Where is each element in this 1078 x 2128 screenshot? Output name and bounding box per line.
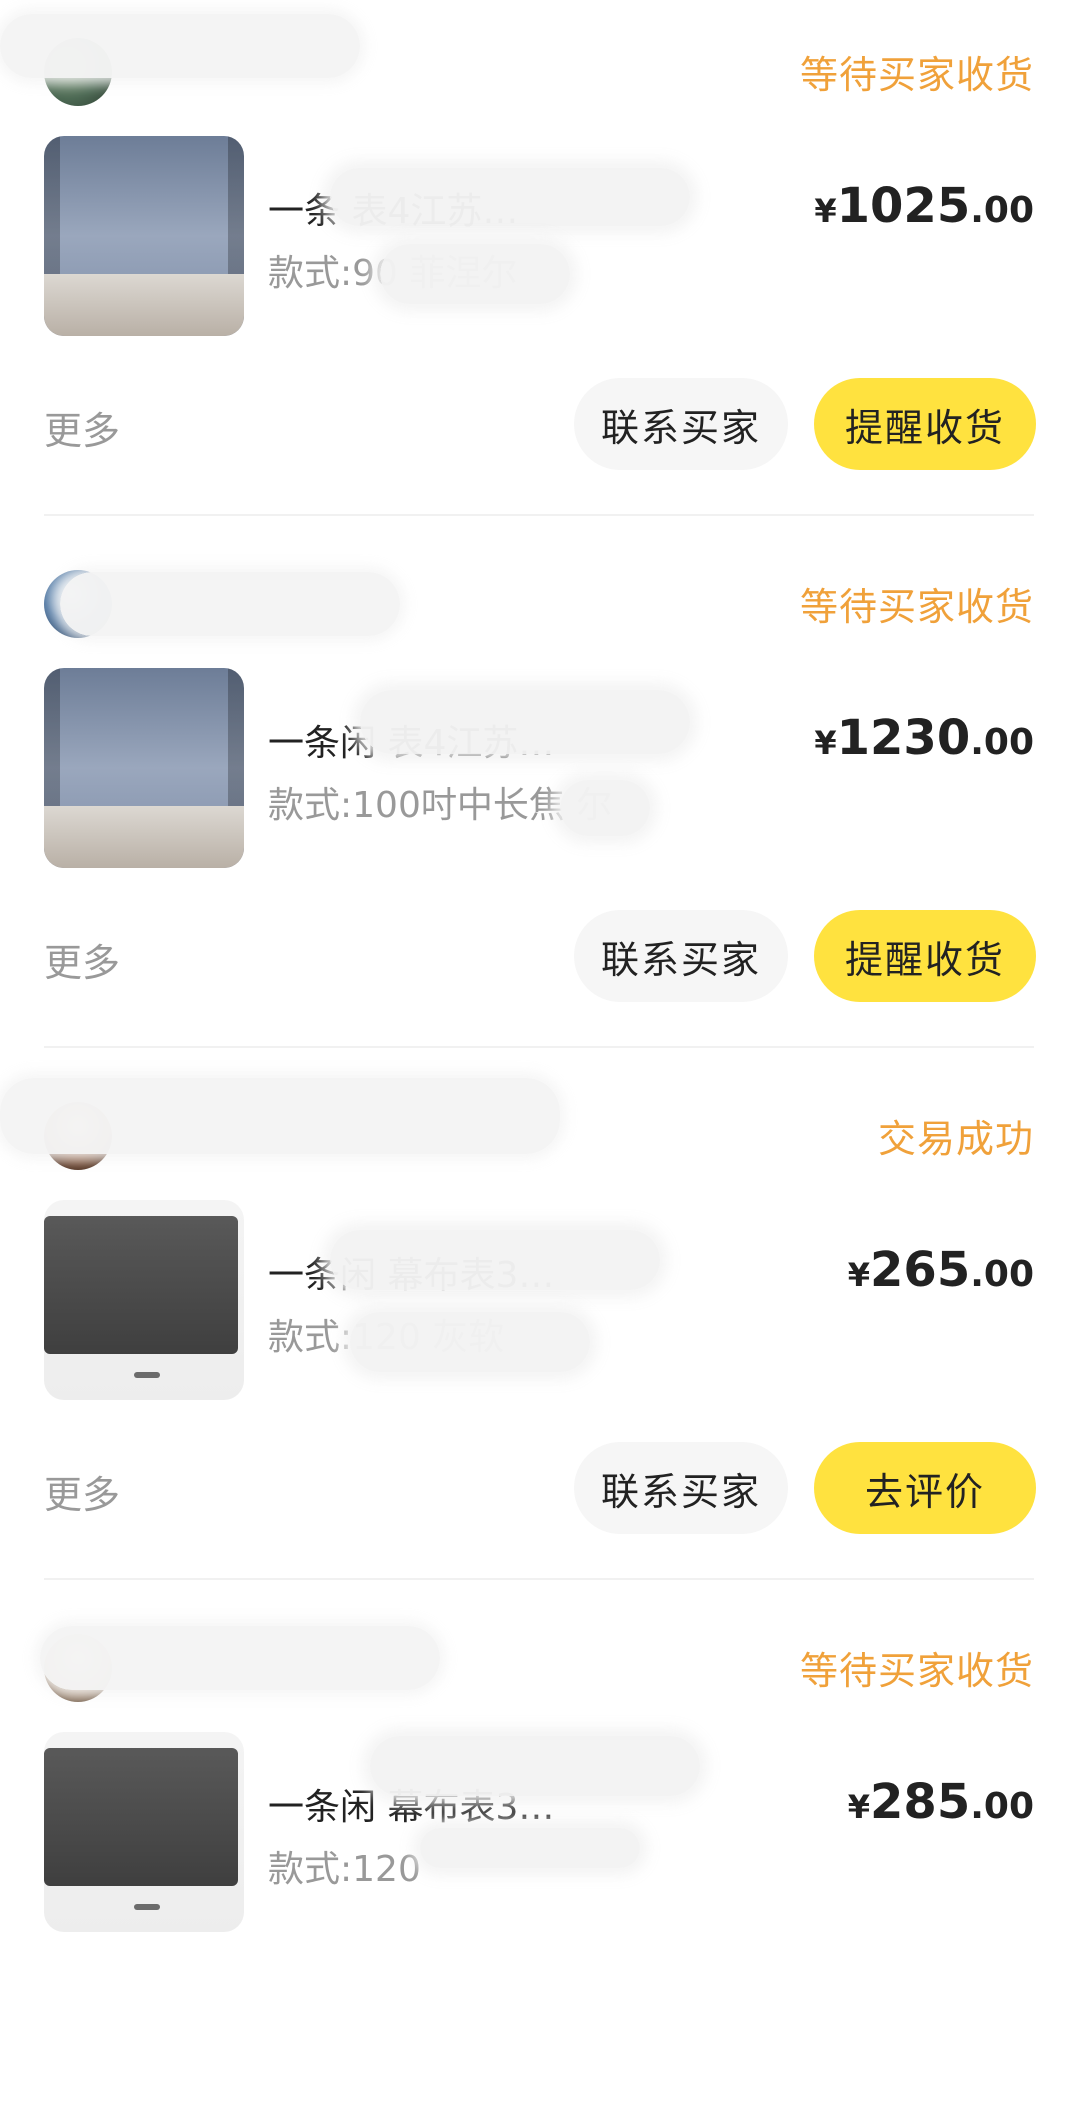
buyer-name-redacted	[0, 1078, 560, 1154]
contact-buyer-button[interactable]: 联系买家	[574, 910, 788, 1002]
price-decimal: .00	[970, 1786, 1034, 1827]
redaction-mask	[370, 1736, 700, 1796]
redaction-mask	[330, 168, 690, 226]
product-price: ¥285.00	[848, 1774, 1034, 1830]
order-card: 等待买家收货 一条闲 表4江苏… 款式:100吋中长焦 尔 ¥1230.00 更…	[0, 532, 1078, 1064]
order-status: 等待买家收货	[799, 1649, 1034, 1693]
redaction-mask	[420, 1828, 640, 1868]
currency-symbol: ¥	[814, 192, 837, 230]
product-thumbnail[interactable]	[44, 136, 244, 336]
price-integer: 265	[870, 1242, 971, 1298]
review-button[interactable]: 去评价	[814, 1442, 1036, 1534]
contact-buyer-button[interactable]: 联系买家	[574, 378, 788, 470]
contact-buyer-button[interactable]: 联系买家	[574, 1442, 788, 1534]
order-card: 交易成功 一条闲 幕布表3… 款式:120 灰软 ¥265.00 更多 联系买家…	[0, 1064, 1078, 1596]
divider	[44, 1578, 1034, 1580]
price-decimal: .00	[970, 1254, 1034, 1295]
remind-receipt-button[interactable]: 提醒收货	[814, 910, 1036, 1002]
price-decimal: .00	[970, 190, 1034, 231]
redaction-mask	[560, 780, 650, 836]
more-link[interactable]: 更多	[44, 932, 120, 987]
more-link[interactable]: 更多	[44, 400, 120, 455]
more-link[interactable]: 更多	[44, 1464, 120, 1519]
buyer-name-redacted	[0, 14, 360, 78]
price-integer: 1230	[836, 710, 971, 766]
buyer-name-redacted	[40, 1626, 440, 1690]
product-thumbnail[interactable]	[44, 1200, 244, 1400]
product-thumbnail[interactable]	[44, 1732, 244, 1932]
currency-symbol: ¥	[847, 1256, 871, 1294]
price-decimal: .00	[970, 722, 1034, 763]
product-thumbnail[interactable]	[44, 668, 244, 868]
currency-symbol: ¥	[847, 1788, 871, 1826]
redaction-mask	[350, 1312, 590, 1372]
redaction-mask	[380, 244, 570, 304]
order-card: 等待买家收货 一条 表4江苏… 款式:90 菲涅尔 ¥1025.00 更多 联系…	[0, 0, 1078, 532]
product-price: ¥1025.00	[814, 178, 1034, 234]
divider	[44, 514, 1034, 516]
price-integer: 285	[870, 1774, 971, 1830]
price-integer: 1025	[836, 178, 971, 234]
order-status: 等待买家收货	[799, 53, 1034, 97]
product-variant: 款式:120	[268, 1849, 421, 1890]
buyer-name-redacted	[60, 572, 400, 636]
order-card: 等待买家收货 一条闲 幕布表3… 款式:120 ¥285.00	[0, 1596, 1078, 2128]
order-status: 等待买家收货	[799, 585, 1034, 629]
product-price: ¥1230.00	[814, 710, 1034, 766]
product-price: ¥265.00	[848, 1242, 1034, 1298]
remind-receipt-button[interactable]: 提醒收货	[814, 378, 1036, 470]
redaction-mask	[330, 1230, 660, 1290]
redaction-mask	[360, 690, 690, 754]
currency-symbol: ¥	[814, 724, 837, 762]
divider	[44, 1046, 1034, 1048]
order-status: 交易成功	[877, 1117, 1034, 1161]
